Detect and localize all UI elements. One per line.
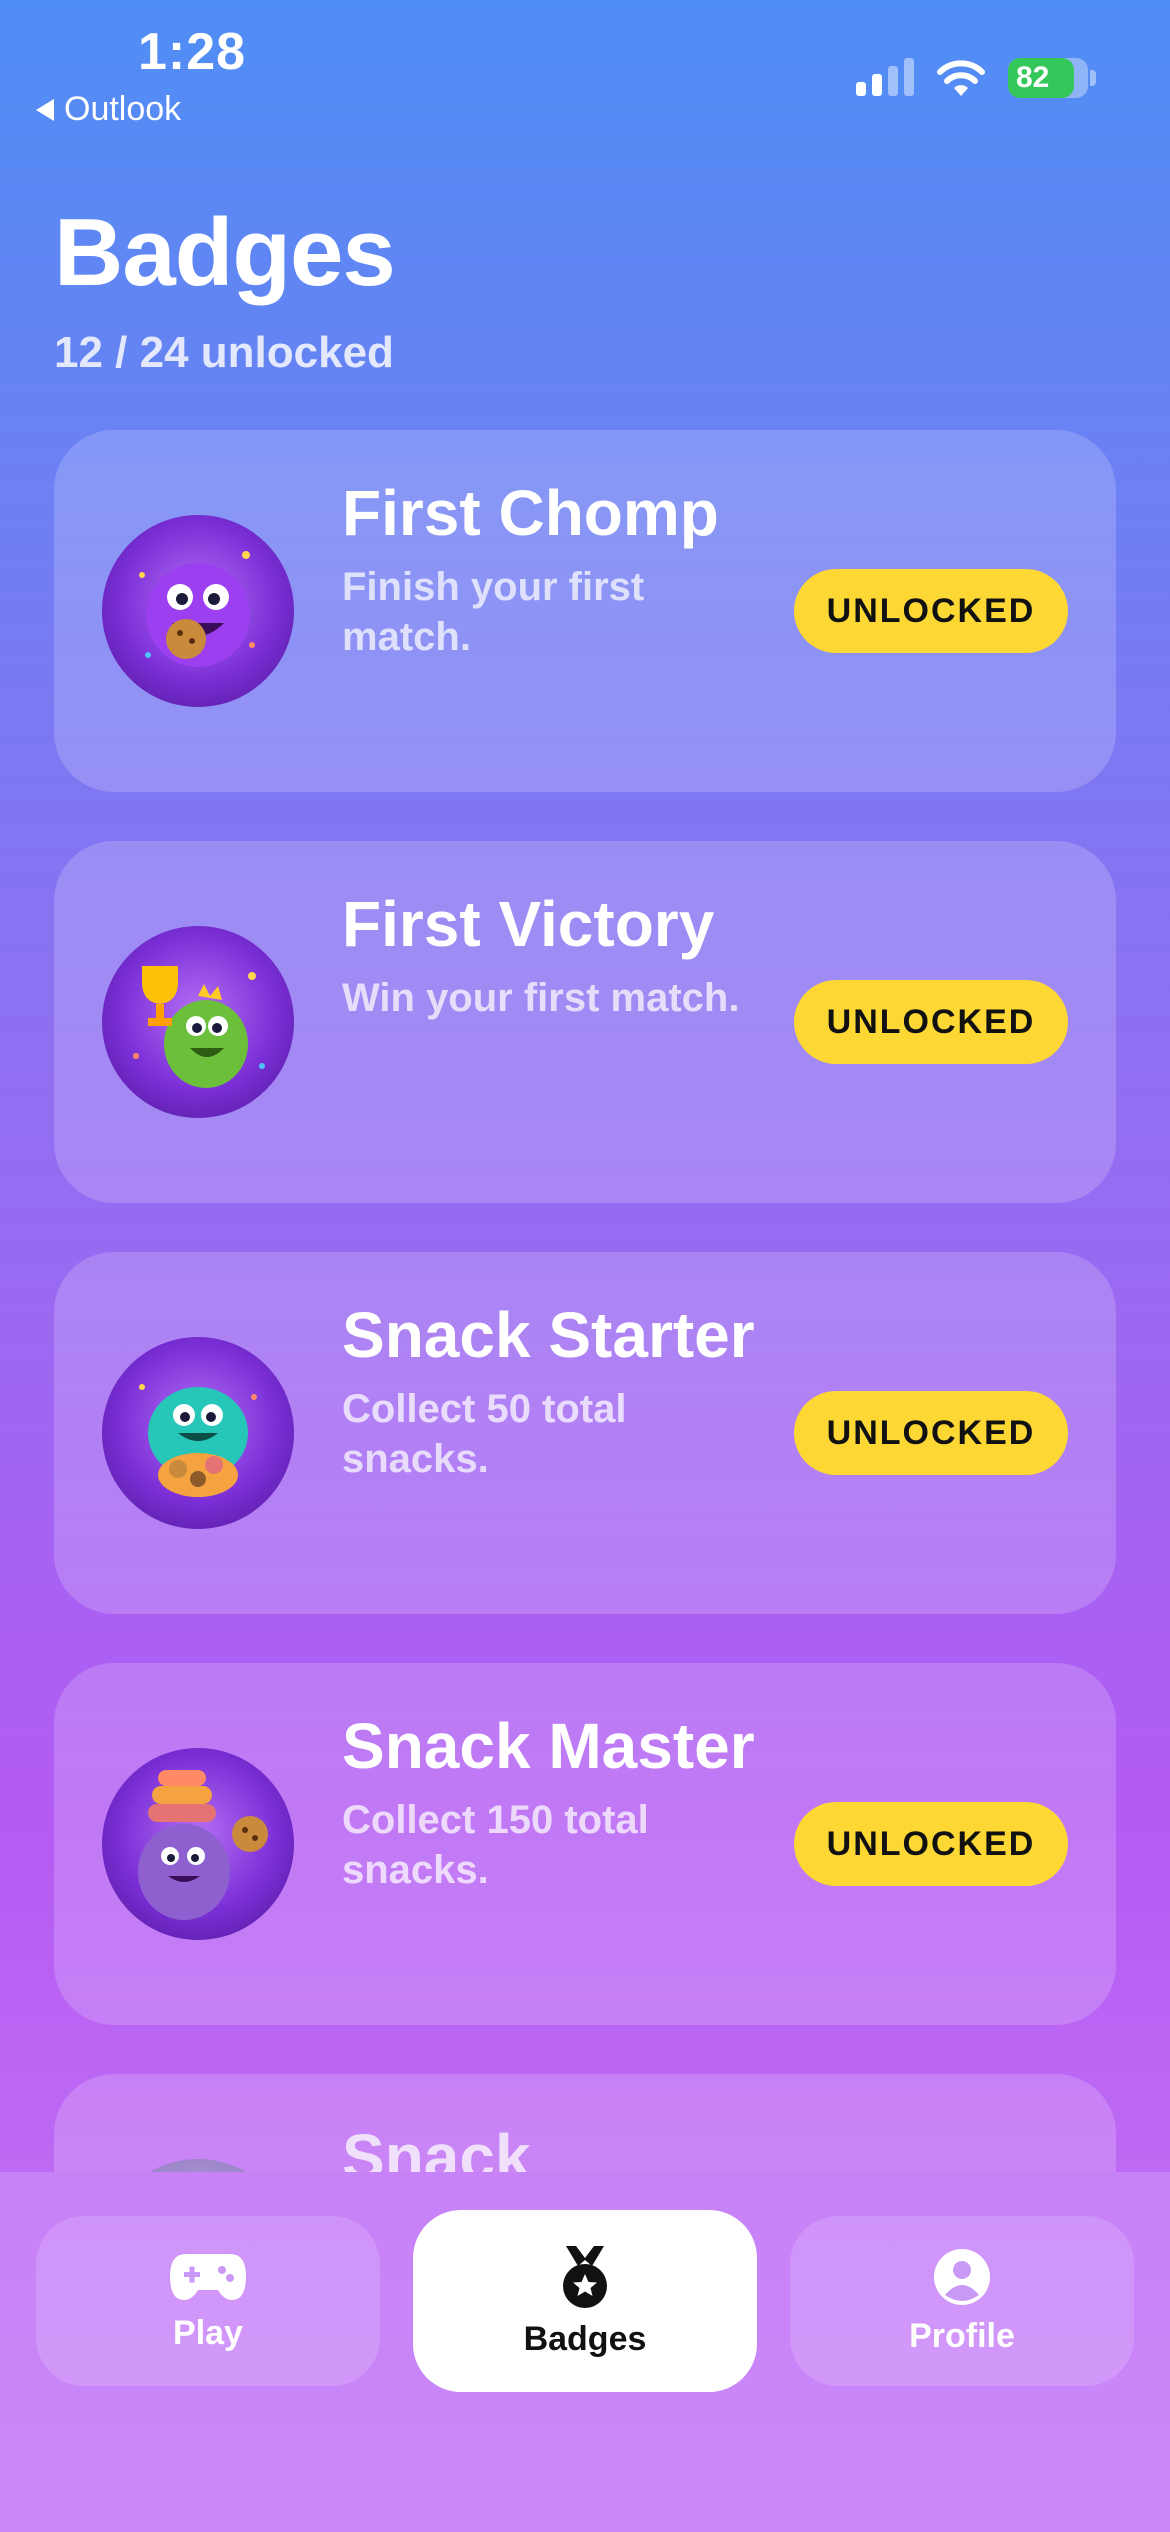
monster-badge-icon [102, 2159, 294, 2172]
tab-play[interactable]: Play [36, 2216, 380, 2386]
tab-label: Play [173, 2313, 243, 2352]
badge-name: First Chomp [342, 477, 719, 549]
badge-list[interactable]: First Chomp Finish your first match. UNL… [54, 430, 1116, 2172]
cellular-signal-icon [856, 58, 914, 96]
gamepad-icon [170, 2253, 246, 2300]
tab-bar: Play Badges Profile [0, 2172, 1170, 2532]
badge-card[interactable]: First Victory Win your first match. UNLO… [54, 841, 1116, 1203]
status-time: 1:28 [138, 23, 247, 81]
badge-status-pill: UNLOCKED [794, 1391, 1068, 1475]
tab-profile[interactable]: Profile [790, 2216, 1134, 2386]
battery-percent: 82 [1016, 61, 1050, 94]
back-arrow-icon [36, 98, 54, 121]
badge-name: Snack Master [342, 1710, 755, 1782]
green-monster-trophy-icon [102, 926, 294, 1118]
badge-text: First Victory Win your first match. [342, 889, 762, 1023]
tab-label: Badges [523, 2319, 647, 2358]
badge-name: Snack Starter [342, 1299, 755, 1371]
status-bar: 1:28 Outlook 82 [0, 0, 1170, 130]
battery-nub [1090, 70, 1096, 86]
badge-text: Snack Starter Collect 50 total snacks. [342, 1300, 762, 1484]
medal-icon [563, 2245, 607, 2308]
tab-badges[interactable]: Badges [413, 2210, 757, 2392]
badge-card[interactable]: Snack [54, 2074, 1116, 2172]
badge-status-pill: UNLOCKED [794, 1802, 1068, 1886]
purple-monster-eating-cookie-icon [102, 515, 294, 707]
teal-monster-snack-pile-icon [102, 1337, 294, 1529]
purple-monster-snack-tower-icon [102, 1748, 294, 1940]
page-title: Badges [54, 199, 396, 306]
badge-card[interactable]: Snack Master Collect 150 total snacks. U… [54, 1663, 1116, 2025]
badge-status-pill: UNLOCKED [794, 569, 1068, 653]
badge-name: First Victory [342, 888, 715, 960]
badge-description: Finish your first match. [342, 565, 645, 659]
unlock-count: 12 / 24 unlocked [54, 328, 394, 377]
badge-status-pill: UNLOCKED [794, 980, 1068, 1064]
tab-label: Profile [909, 2316, 1015, 2355]
badge-text: Snack [342, 2122, 762, 2172]
badge-text: Snack Master Collect 150 total snacks. [342, 1711, 762, 1895]
badge-description: Win your first match. [342, 976, 740, 1020]
badge-description: Collect 50 total snacks. [342, 1387, 627, 1481]
badge-card[interactable]: First Chomp Finish your first match. UNL… [54, 430, 1116, 792]
battery-icon: 82 [1008, 58, 1088, 98]
badge-name: Snack [342, 2121, 531, 2172]
badge-description: Collect 150 total snacks. [342, 1798, 649, 1892]
badge-card[interactable]: Snack Starter Collect 50 total snacks. U… [54, 1252, 1116, 1614]
back-app-label: Outlook [64, 90, 182, 128]
badge-text: First Chomp Finish your first match. [342, 478, 762, 662]
person-circle-icon [934, 2248, 990, 2305]
wifi-icon [937, 60, 985, 96]
back-to-app-link[interactable]: Outlook [36, 90, 181, 129]
